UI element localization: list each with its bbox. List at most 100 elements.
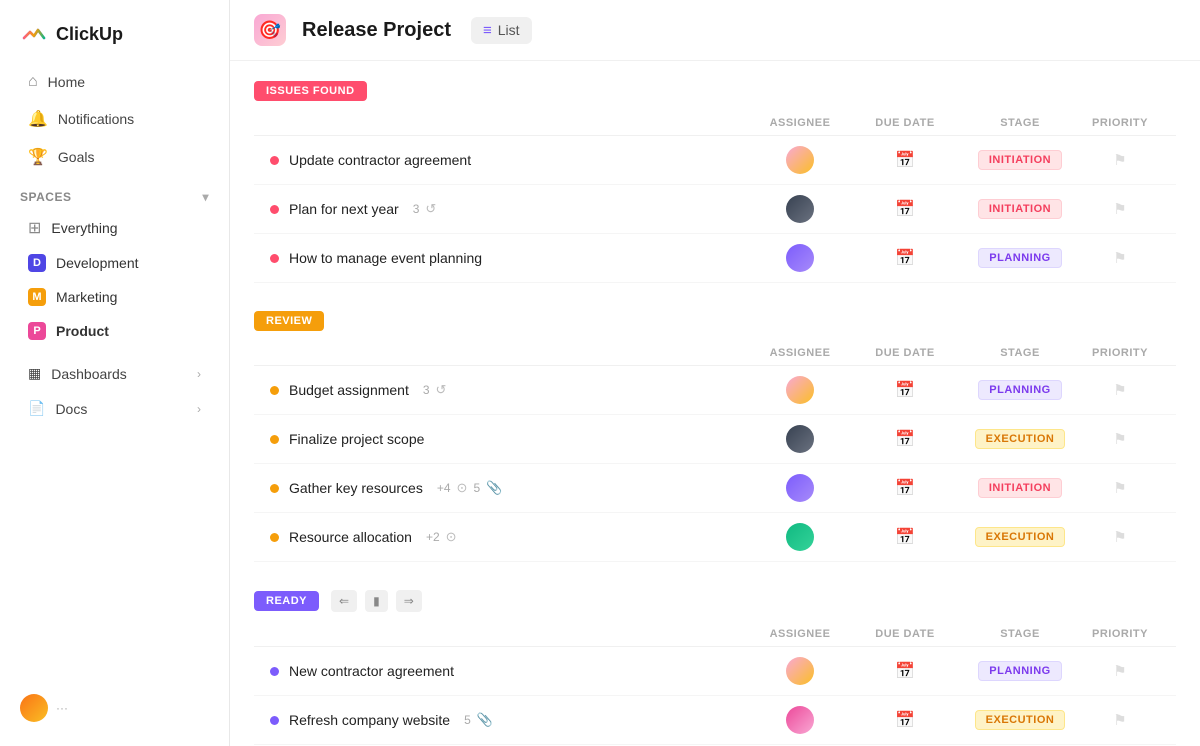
task-name-cell: How to manage event planning <box>270 250 750 266</box>
avatar <box>786 523 814 551</box>
section-ready: READY ⇐ ▮ ⇒ ASSIGNEE DUE DATE STAGE PRIO… <box>254 590 1176 746</box>
sidebar-item-notifications[interactable]: 🔔 Notifications <box>8 100 221 138</box>
table-row[interactable]: Budget assignment 3 ↺ 📅 PLANNING ⚑ <box>254 366 1176 415</box>
meta-file-count: 5 <box>473 481 480 495</box>
task-name: New contractor agreement <box>289 663 454 679</box>
toolbar-btn-3[interactable]: ⇒ <box>396 590 422 612</box>
spaces-section-header: Spaces ▾ <box>0 176 229 210</box>
due-date-cell: 📅 <box>850 380 960 400</box>
col-priority-label-issues: PRIORITY <box>1080 117 1160 129</box>
col-stage-ready: STAGE <box>960 628 1080 640</box>
task-name: Gather key resources <box>289 480 423 496</box>
table-row[interactable]: Resource allocation +2 ⊙ 📅 EXECUTION ⚑ <box>254 513 1176 562</box>
table-row[interactable]: Finalize project scope 📅 EXECUTION ⚑ <box>254 415 1176 464</box>
attachment-icon-2: ⊙ <box>446 529 457 545</box>
sidebar-item-home[interactable]: ⌂ Home <box>8 64 221 100</box>
task-status-dot <box>270 205 279 214</box>
col-stage-r: STAGE <box>960 347 1080 359</box>
section-badge-issues[interactable]: ISSUES FOUND <box>254 81 367 101</box>
priority-cell: ⚑ <box>1080 430 1160 448</box>
goals-icon: 🏆 <box>28 147 48 167</box>
section-badge-ready[interactable]: READY <box>254 591 319 611</box>
sidebar-item-dashboards[interactable]: ▦ Dashboards › <box>8 356 221 391</box>
task-status-dot <box>270 156 279 165</box>
space-label-marketing: Marketing <box>56 289 117 305</box>
col-priority-ready: PRIORITY <box>1080 628 1160 640</box>
assignee-cell <box>750 425 850 453</box>
stage-badge: PLANNING <box>978 380 1061 400</box>
sidebar-item-product[interactable]: P Product <box>8 314 221 348</box>
table-row[interactable]: Plan for next year 3 ↺ 📅 INITIATION ⚑ <box>254 185 1176 234</box>
meta-file-count-9: 5 <box>464 713 471 727</box>
spaces-list: ⊞ Everything D Development M Marketing P… <box>0 210 229 348</box>
flag-icon: ⚑ <box>1113 200 1126 218</box>
col-duedate-label-issues: DUE DATE <box>850 117 960 129</box>
assignee-cell <box>750 376 850 404</box>
calendar-icon: 📅 <box>895 199 915 219</box>
table-row[interactable]: Gather key resources +4 ⊙ 5 📎 📅 INITIATI… <box>254 464 1176 513</box>
table-row[interactable]: Update contractor agreement 📅 INITIATION… <box>254 136 1176 185</box>
toolbar-btn-2[interactable]: ▮ <box>365 590 388 612</box>
task-name-cell: Budget assignment 3 ↺ <box>270 382 750 398</box>
sidebar-item-goals[interactable]: 🏆 Goals <box>8 138 221 176</box>
stage-cell: EXECUTION <box>960 710 1080 730</box>
table-row[interactable]: New contractor agreement 📅 PLANNING ⚑ <box>254 647 1176 696</box>
avatar <box>786 474 814 502</box>
table-row[interactable]: Refresh company website 5 📎 📅 EXECUTION <box>254 696 1176 745</box>
task-status-dot <box>270 484 279 493</box>
sidebar-item-label-goals: Goals <box>58 149 95 165</box>
due-date-cell: 📅 <box>850 150 960 170</box>
stage-cell: EXECUTION <box>960 429 1080 449</box>
avatar <box>786 706 814 734</box>
list-icon: ≡ <box>483 22 492 39</box>
task-status-dot <box>270 667 279 676</box>
due-date-cell: 📅 <box>850 248 960 268</box>
due-date-cell: 📅 <box>850 199 960 219</box>
sidebar-item-docs[interactable]: 📄 Docs › <box>8 391 221 426</box>
due-date-cell: 📅 <box>850 661 960 681</box>
flag-icon: ⚑ <box>1113 249 1126 267</box>
task-status-dot <box>270 435 279 444</box>
calendar-icon: 📅 <box>895 150 915 170</box>
sidebar-item-label-home: Home <box>48 74 85 90</box>
table-row[interactable]: How to manage event planning 📅 PLANNING … <box>254 234 1176 283</box>
assignee-cell <box>750 474 850 502</box>
topbar: 🎯 Release Project ≡ List <box>230 0 1200 61</box>
avatar <box>786 244 814 272</box>
space-label-development: Development <box>56 255 139 271</box>
task-meta: +4 ⊙ 5 📎 <box>437 480 502 496</box>
sidebar-user[interactable]: ··· <box>0 682 229 734</box>
stage-badge: INITIATION <box>978 150 1062 170</box>
chevron-right-icon-docs: › <box>197 402 201 416</box>
section-header-ready: READY ⇐ ▮ ⇒ <box>254 590 1176 612</box>
avatar <box>786 657 814 685</box>
section-toolbar: ⇐ ▮ ⇒ <box>331 590 422 612</box>
docs-icon: 📄 <box>28 400 45 417</box>
col-task-name-r <box>270 347 750 359</box>
avatar <box>786 146 814 174</box>
col-assignee-ready: ASSIGNEE <box>750 628 850 640</box>
assignee-cell <box>750 146 850 174</box>
flag-icon: ⚑ <box>1113 528 1126 546</box>
app-logo[interactable]: ClickUp <box>0 12 229 64</box>
task-name-cell: Plan for next year 3 ↺ <box>270 201 750 217</box>
toolbar-btn-1[interactable]: ⇐ <box>331 590 357 612</box>
col-duedate-r: DUE DATE <box>850 347 960 359</box>
sidebar-item-marketing[interactable]: M Marketing <box>8 280 221 314</box>
section-badge-review[interactable]: REVIEW <box>254 311 324 331</box>
stage-cell: INITIATION <box>960 478 1080 498</box>
assignee-cell <box>750 244 850 272</box>
task-name-cell: Update contractor agreement <box>270 152 750 168</box>
sidebar-item-development[interactable]: D Development <box>8 246 221 280</box>
calendar-icon: 📅 <box>895 380 915 400</box>
spaces-label: Spaces <box>20 190 71 204</box>
sidebar-item-everything[interactable]: ⊞ Everything <box>8 210 221 246</box>
user-status-icon: ··· <box>56 701 68 715</box>
dashboards-icon: ▦ <box>28 365 41 382</box>
chevron-down-icon[interactable]: ▾ <box>202 190 209 204</box>
list-view-tab[interactable]: ≡ List <box>471 17 532 44</box>
col-stage-label-issues: STAGE <box>960 117 1080 129</box>
paperclip-icon-9: 📎 <box>477 712 493 728</box>
col-headers-issues: ASSIGNEE DUE DATE STAGE PRIORITY <box>254 109 1176 136</box>
calendar-icon: 📅 <box>895 710 915 730</box>
